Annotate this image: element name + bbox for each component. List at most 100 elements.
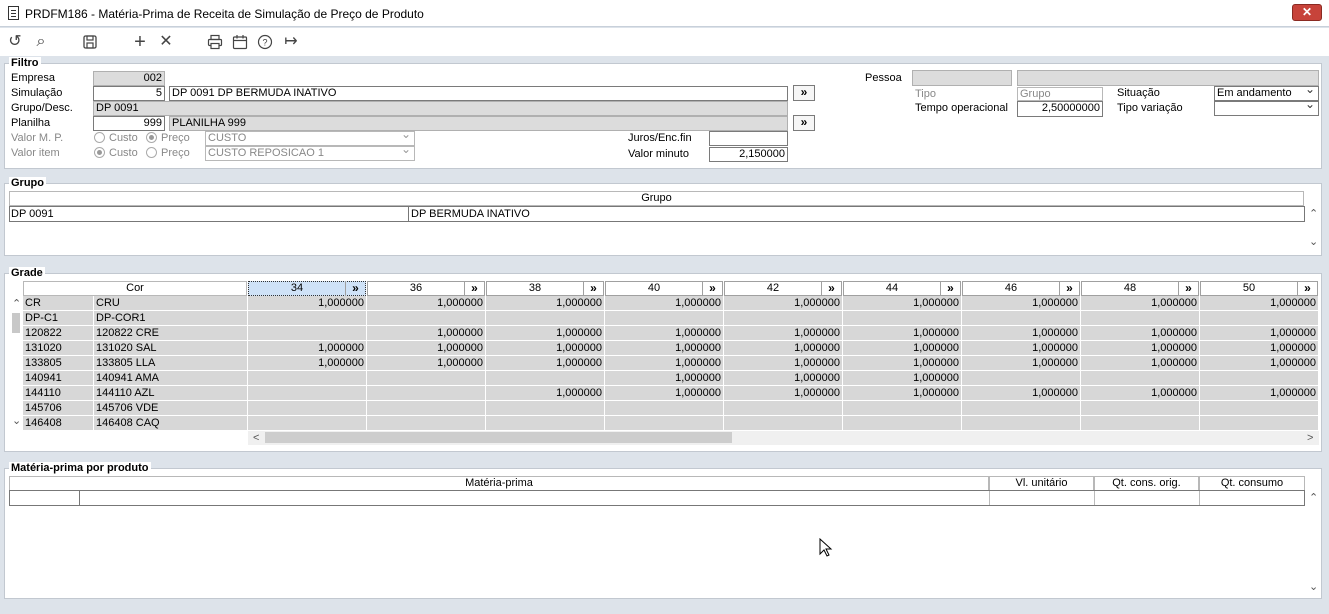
grade-cell-value[interactable]: 1,000000 bbox=[1081, 356, 1200, 371]
calendar-icon[interactable] bbox=[230, 32, 250, 52]
grupo-column-header[interactable]: Grupo bbox=[9, 191, 1304, 206]
valor-item-preco-radio[interactable] bbox=[146, 147, 157, 158]
grade-scroll-left-icon[interactable]: < bbox=[253, 432, 259, 444]
grade-size-header[interactable]: 50 » bbox=[1200, 281, 1318, 296]
grade-cor-header[interactable]: Cor bbox=[23, 281, 247, 296]
materia-scroll-down-icon[interactable]: ⌄ bbox=[1309, 580, 1318, 593]
vl-unitario-header[interactable]: Vl. unitário bbox=[989, 476, 1094, 491]
grade-cell-value[interactable] bbox=[486, 401, 605, 416]
grade-cell-value[interactable]: 1,000000 bbox=[962, 296, 1081, 311]
grade-size-expand-button[interactable]: » bbox=[345, 281, 365, 296]
grade-cell-value[interactable]: 1,000000 bbox=[724, 326, 843, 341]
close-button[interactable]: ✕ bbox=[1292, 4, 1322, 21]
grade-cell-value[interactable] bbox=[962, 311, 1081, 326]
grade-cell-value[interactable] bbox=[1081, 401, 1200, 416]
grade-cell-value[interactable]: 1,000000 bbox=[605, 326, 724, 341]
grade-cell-value[interactable] bbox=[1200, 371, 1319, 386]
grade-cell-value[interactable] bbox=[843, 401, 962, 416]
grade-cell-value[interactable] bbox=[248, 416, 367, 431]
valor-item-custo-radio[interactable] bbox=[94, 147, 105, 158]
grade-cell-value[interactable] bbox=[367, 401, 486, 416]
grade-row[interactable]: 140941 140941 AMA 1,000000 1,000000 1,000000 bbox=[23, 371, 1319, 386]
tipo-variacao-select[interactable] bbox=[1214, 101, 1319, 116]
grade-cell-value[interactable]: 1,000000 bbox=[248, 341, 367, 356]
grade-cell-value[interactable]: 1,000000 bbox=[962, 386, 1081, 401]
undo-icon[interactable]: ↺ bbox=[5, 32, 25, 52]
grade-cell-value[interactable]: 1,000000 bbox=[843, 386, 962, 401]
grade-cell-name[interactable]: CRU bbox=[94, 296, 248, 311]
grade-cell-value[interactable]: 1,000000 bbox=[962, 341, 1081, 356]
grade-cell-code[interactable]: 120822 bbox=[23, 326, 94, 341]
help-icon[interactable]: ? bbox=[255, 32, 275, 52]
grade-cell-value[interactable] bbox=[248, 386, 367, 401]
grade-cell-value[interactable] bbox=[1081, 311, 1200, 326]
grade-cell-value[interactable]: 1,000000 bbox=[367, 296, 486, 311]
valor-minuto-field[interactable]: 2,150000 bbox=[709, 147, 788, 162]
grade-cell-value[interactable]: 1,000000 bbox=[605, 371, 724, 386]
grade-cell-code[interactable]: CR bbox=[23, 296, 94, 311]
grade-hscroll-thumb[interactable] bbox=[265, 432, 732, 443]
grade-cell-value[interactable]: 1,000000 bbox=[605, 341, 724, 356]
materia-scroll-up-icon[interactable]: ⌃ bbox=[1309, 491, 1318, 504]
search-icon[interactable]: ⌕ bbox=[31, 32, 51, 52]
grade-scroll-up-icon[interactable]: ⌃ bbox=[12, 297, 21, 310]
grupo-scroll-down-icon[interactable]: ⌄ bbox=[1309, 235, 1318, 248]
grade-cell-value[interactable]: 1,000000 bbox=[486, 296, 605, 311]
simulacao-field[interactable]: 5 bbox=[93, 86, 165, 101]
grade-cell-value[interactable] bbox=[248, 326, 367, 341]
juros-field[interactable] bbox=[709, 131, 788, 146]
grade-cell-value[interactable] bbox=[605, 311, 724, 326]
grade-cell-value[interactable] bbox=[1200, 311, 1319, 326]
grade-cell-value[interactable]: 1,000000 bbox=[724, 386, 843, 401]
simulacao-lookup-button[interactable]: » bbox=[793, 85, 815, 101]
grade-cell-code[interactable]: 140941 bbox=[23, 371, 94, 386]
grade-cell-value[interactable]: 1,000000 bbox=[605, 296, 724, 311]
grade-cell-value[interactable] bbox=[843, 416, 962, 431]
grade-cell-value[interactable]: 1,000000 bbox=[962, 326, 1081, 341]
grade-cell-value[interactable] bbox=[248, 371, 367, 386]
grade-cell-value[interactable]: 1,000000 bbox=[248, 356, 367, 371]
grade-size-header[interactable]: 48 » bbox=[1081, 281, 1199, 296]
grade-cell-value[interactable] bbox=[486, 371, 605, 386]
print-icon[interactable] bbox=[205, 32, 225, 52]
grade-cell-value[interactable]: 1,000000 bbox=[605, 356, 724, 371]
save-icon[interactable] bbox=[80, 32, 100, 52]
grade-size-header[interactable]: 42 » bbox=[724, 281, 842, 296]
grade-cell-value[interactable] bbox=[1200, 401, 1319, 416]
grade-cell-code[interactable]: 146408 bbox=[23, 416, 94, 431]
grade-cell-value[interactable]: 1,000000 bbox=[486, 386, 605, 401]
grade-size-header[interactable]: 46 » bbox=[962, 281, 1080, 296]
grade-size-header[interactable]: 38 » bbox=[486, 281, 604, 296]
grade-cell-value[interactable] bbox=[367, 416, 486, 431]
grade-row[interactable]: 120822 120822 CRE 1,000000 1,000000 1,000000… bbox=[23, 326, 1319, 341]
grade-cell-value[interactable]: 1,000000 bbox=[367, 356, 486, 371]
grade-cell-value[interactable] bbox=[248, 401, 367, 416]
grade-cell-code[interactable]: 131020 bbox=[23, 341, 94, 356]
grade-cell-value[interactable]: 1,000000 bbox=[724, 356, 843, 371]
grade-cell-value[interactable] bbox=[367, 386, 486, 401]
grade-cell-value[interactable]: 1,000000 bbox=[724, 371, 843, 386]
grade-cell-value[interactable]: 1,000000 bbox=[1081, 326, 1200, 341]
grade-row[interactable]: DP-C1 DP-COR1 bbox=[23, 311, 1319, 326]
grupo-scroll-up-icon[interactable]: ⌃ bbox=[1309, 207, 1318, 220]
grade-row[interactable]: CR CRU 1,000000 1,000000 1,000000 1,000000 1,0… bbox=[23, 296, 1319, 311]
grade-cell-value[interactable] bbox=[367, 311, 486, 326]
grade-cell-value[interactable]: 1,000000 bbox=[1200, 356, 1319, 371]
exit-icon[interactable]: ↦ bbox=[281, 32, 301, 52]
grade-row[interactable]: 145706 145706 VDE bbox=[23, 401, 1319, 416]
grade-cell-name[interactable]: 120822 CRE bbox=[94, 326, 248, 341]
grupo-row[interactable]: DP 0091 DP BERMUDA INATIVO bbox=[9, 206, 1305, 222]
grade-cell-value[interactable]: 1,000000 bbox=[843, 371, 962, 386]
grade-cell-name[interactable]: 146408 CAQ bbox=[94, 416, 248, 431]
grade-cell-value[interactable]: 1,000000 bbox=[1200, 296, 1319, 311]
grade-cell-value[interactable] bbox=[367, 371, 486, 386]
grade-cell-name[interactable]: 140941 AMA bbox=[94, 371, 248, 386]
grade-cell-value[interactable]: 1,000000 bbox=[1200, 326, 1319, 341]
grade-cell-value[interactable] bbox=[605, 401, 724, 416]
grade-cell-value[interactable]: 1,000000 bbox=[486, 326, 605, 341]
grade-cell-value[interactable]: 1,000000 bbox=[248, 296, 367, 311]
grade-cell-name[interactable]: 131020 SAL bbox=[94, 341, 248, 356]
grade-cell-value[interactable]: 1,000000 bbox=[367, 326, 486, 341]
grade-cell-code[interactable]: DP-C1 bbox=[23, 311, 94, 326]
grade-cell-value[interactable]: 1,000000 bbox=[1081, 296, 1200, 311]
